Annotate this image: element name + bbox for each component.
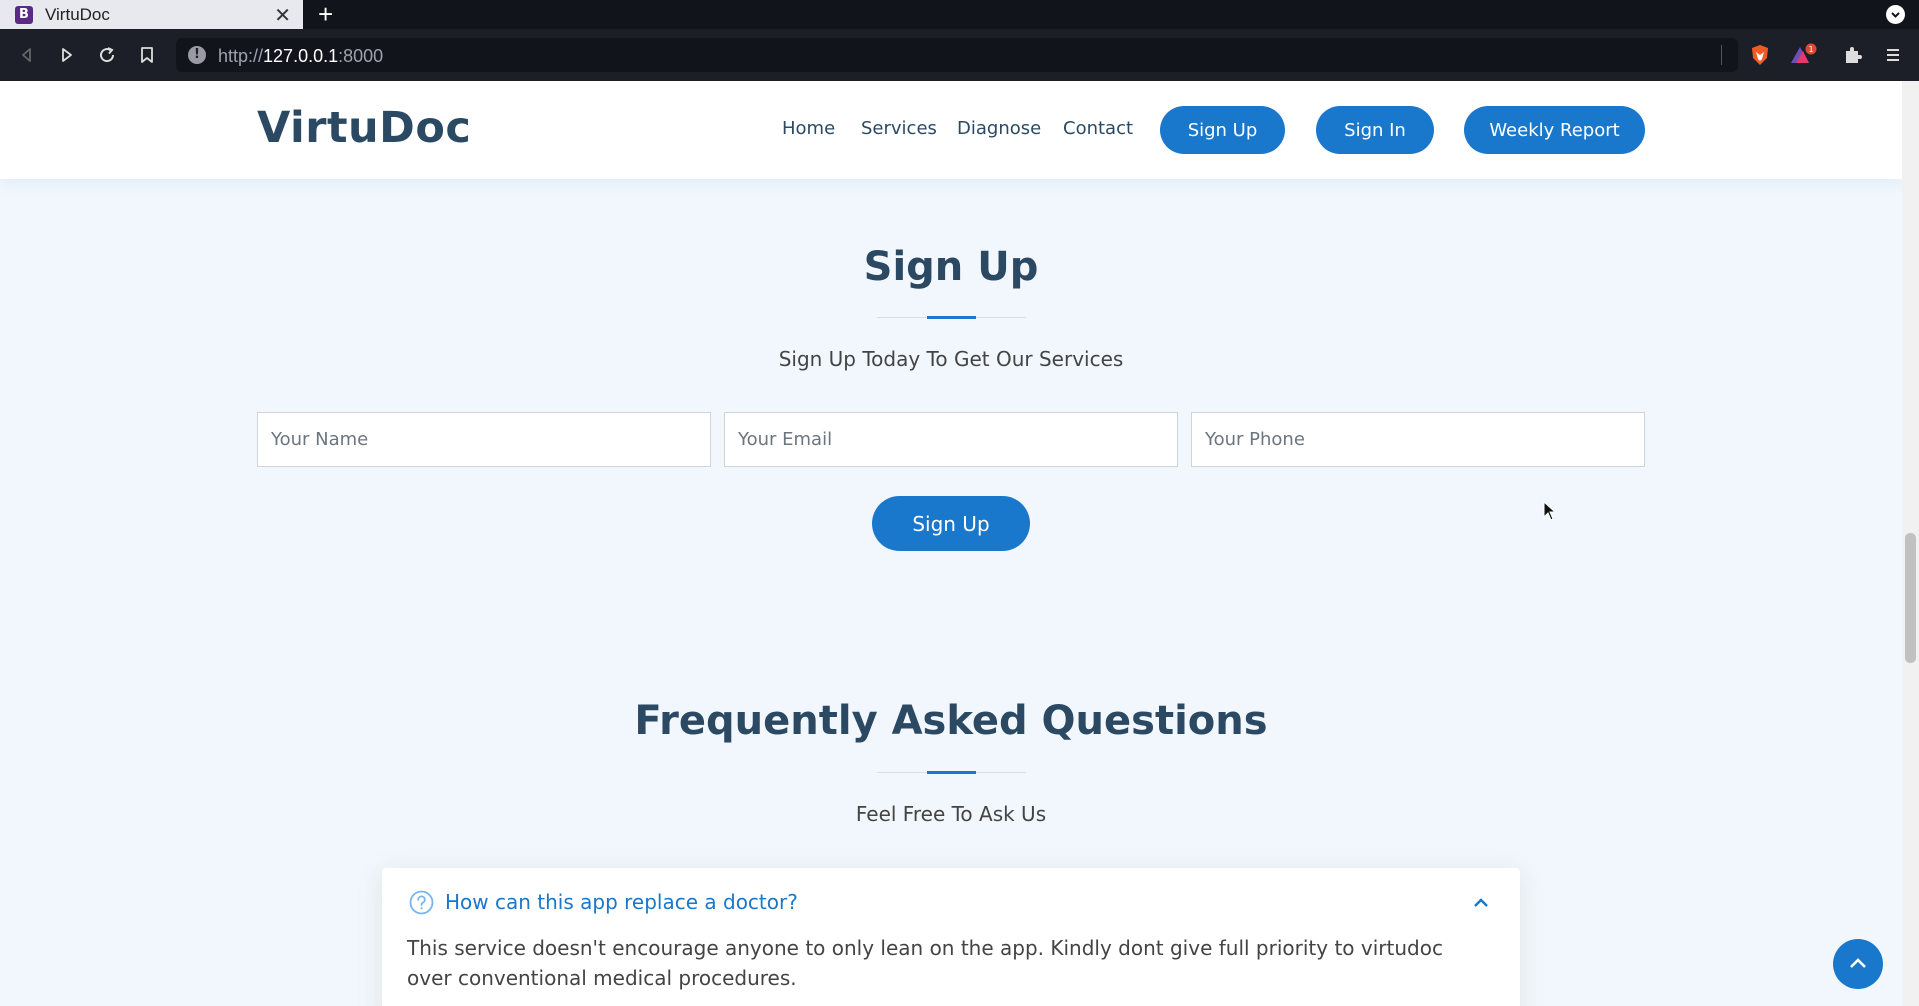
browser-toolbar: ! http://127.0.0.1:8000 1 xyxy=(0,29,1919,81)
signup-title-accent xyxy=(927,316,976,319)
signup-title: Sign Up xyxy=(863,244,1039,290)
browser-tab-bar: B VirtuDoc ✕ + xyxy=(0,0,1919,29)
tab-list-menu-icon[interactable] xyxy=(1886,5,1905,24)
page-scrollbar[interactable] xyxy=(1902,81,1919,1006)
url-separator xyxy=(1721,45,1722,65)
sign-up-submit-button[interactable]: Sign Up xyxy=(872,496,1030,551)
back-to-top-button[interactable] xyxy=(1833,939,1883,989)
nav-contact[interactable]: Contact xyxy=(1063,118,1133,139)
new-tab-icon[interactable]: + xyxy=(318,0,333,29)
signup-subtitle: Sign Up Today To Get Our Services xyxy=(778,347,1124,371)
back-icon[interactable] xyxy=(9,29,45,81)
browser-tab[interactable]: B VirtuDoc ✕ xyxy=(0,0,303,29)
site-logo[interactable]: VirtuDoc xyxy=(257,103,471,153)
browser-menu-icon[interactable] xyxy=(1875,29,1911,81)
forward-icon[interactable] xyxy=(49,29,85,81)
name-input[interactable] xyxy=(257,412,711,467)
tab-title: VirtuDoc xyxy=(45,4,110,24)
brave-shield-icon[interactable] xyxy=(1742,29,1778,81)
chevron-up-icon[interactable] xyxy=(1472,894,1490,912)
header-sign-up-button[interactable]: Sign Up xyxy=(1160,106,1285,154)
header-sign-in-button[interactable]: Sign In xyxy=(1316,106,1434,154)
faq-title-accent xyxy=(927,771,976,774)
nav-home[interactable]: Home xyxy=(782,118,835,139)
faq-item: How can this app replace a doctor? This … xyxy=(382,868,1520,1006)
brave-rewards-icon[interactable]: 1 xyxy=(1786,29,1822,81)
chevron-up-icon xyxy=(1850,958,1866,968)
url-text[interactable]: http://127.0.0.1:8000 xyxy=(218,46,383,67)
site-header: VirtuDoc Home Services Diagnose Contact … xyxy=(0,81,1902,179)
mouse-cursor-icon xyxy=(1543,500,1557,526)
faq-title: Frequently Asked Questions xyxy=(634,698,1268,744)
nav-diagnose[interactable]: Diagnose xyxy=(957,118,1041,139)
question-circle-icon xyxy=(409,890,434,915)
scrollbar-thumb[interactable] xyxy=(1905,533,1916,663)
faq-subtitle: Feel Free To Ask Us xyxy=(855,802,1047,826)
page-viewport: VirtuDoc Home Services Diagnose Contact … xyxy=(0,81,1902,1006)
weekly-report-button[interactable]: Weekly Report xyxy=(1464,106,1645,154)
email-input[interactable] xyxy=(724,412,1178,467)
site-info-icon[interactable]: ! xyxy=(188,46,206,64)
brave-favicon-icon: B xyxy=(15,5,33,24)
bookmark-icon[interactable] xyxy=(129,29,165,81)
faq-question-link[interactable]: How can this app replace a doctor? xyxy=(445,890,798,914)
svg-text:1: 1 xyxy=(1808,45,1813,54)
address-bar[interactable]: ! http://127.0.0.1:8000 xyxy=(176,38,1738,72)
extensions-puzzle-icon[interactable] xyxy=(1835,29,1871,81)
reload-icon[interactable] xyxy=(89,29,125,81)
nav-services[interactable]: Services xyxy=(861,118,937,139)
faq-answer: This service doesn't encourage anyone to… xyxy=(407,936,1443,990)
phone-input[interactable] xyxy=(1191,412,1645,467)
close-tab-icon[interactable]: ✕ xyxy=(274,3,291,28)
